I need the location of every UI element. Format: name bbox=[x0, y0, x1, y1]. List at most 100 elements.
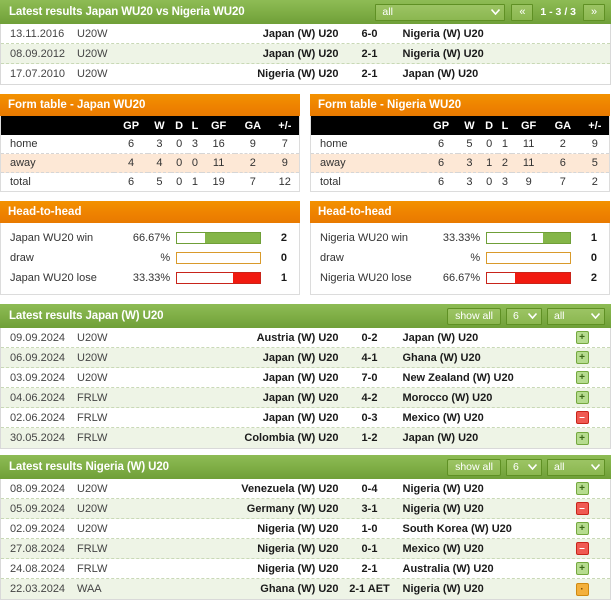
home-team-name[interactable]: Japan (W) U20 bbox=[187, 352, 339, 364]
table-row[interactable]: 05.09.2024 U20W Germany (W) U20 3-1 Nigeria … bbox=[1, 499, 610, 519]
home-team-name[interactable]: Japan (W) U20 bbox=[187, 372, 339, 384]
plus-icon[interactable]: + bbox=[575, 351, 589, 364]
table-row[interactable]: 27.08.2024 FRLW Nigeria (W) U20 0-1 Mexico (… bbox=[1, 539, 610, 559]
page-root: Latest results Japan WU20 vs Nigeria WU2… bbox=[0, 0, 611, 600]
home-team-name[interactable]: Japan (W) U20 bbox=[187, 392, 339, 404]
count-select-nigeria[interactable]: 6 bbox=[506, 458, 542, 476]
home-team-name[interactable]: Ghana (W) U20 bbox=[187, 583, 338, 595]
home-team-name[interactable]: Austria (W) U20 bbox=[187, 332, 339, 344]
plus-icon[interactable]: + bbox=[575, 482, 589, 495]
away-team-name[interactable]: Nigeria (W) U20 bbox=[401, 48, 555, 60]
match-score[interactable]: 2-1 AET bbox=[339, 583, 401, 595]
home-team-name[interactable]: Japan (W) U20 bbox=[187, 412, 339, 424]
show-all-button-japan[interactable]: show all bbox=[447, 307, 501, 325]
away-team-name[interactable]: Morocco (W) U20 bbox=[401, 392, 555, 404]
row-label: away bbox=[1, 153, 114, 173]
plus-icon[interactable]: + bbox=[575, 331, 589, 344]
away-team-name[interactable]: Nigeria (W) U20 bbox=[401, 28, 555, 40]
away-team-name[interactable]: New Zealand (W) U20 bbox=[401, 372, 555, 384]
away-team-name[interactable]: Australia (W) U20 bbox=[401, 563, 555, 575]
away-team-name[interactable]: Mexico (W) U20 bbox=[401, 543, 555, 555]
plus-icon[interactable]: + bbox=[575, 562, 589, 575]
count-select-japan[interactable]: 6 bbox=[506, 307, 542, 325]
away-team-name[interactable]: Japan (W) U20 bbox=[401, 68, 555, 80]
dot-icon[interactable]: · bbox=[575, 582, 589, 596]
table-row[interactable]: 22.03.2024 WAA Ghana (W) U20 2-1 AET Nigeria… bbox=[1, 579, 610, 599]
match-score[interactable]: 2-1 bbox=[339, 563, 401, 575]
plus-icon[interactable]: + bbox=[575, 431, 589, 445]
show-all-button-nigeria[interactable]: show all bbox=[447, 458, 501, 476]
form-table: GP W D L GF GA +/- home 6 5 0 1 11 2 9 away 6 3 1 2 11 6 5 tota… bbox=[311, 116, 609, 191]
match-score[interactable]: 4-2 bbox=[339, 392, 401, 404]
home-team-name[interactable]: Nigeria (W) U20 bbox=[187, 543, 338, 555]
match-date: 17.07.2010 bbox=[10, 68, 66, 80]
head-to-head-bar bbox=[486, 272, 572, 284]
column-header: W bbox=[148, 116, 171, 135]
match-score[interactable]: 0-3 bbox=[339, 412, 401, 424]
plus-icon[interactable]: + bbox=[575, 522, 589, 535]
chevron-down-icon bbox=[488, 7, 502, 17]
minus-icon[interactable]: – bbox=[575, 411, 589, 424]
match-score[interactable]: 1-2 bbox=[339, 432, 401, 444]
match-score[interactable]: 0-2 bbox=[339, 332, 401, 344]
table-row[interactable]: 08.09.2012 U20W Japan (W) U20 2-1 Nigeria (W… bbox=[1, 44, 610, 64]
match-competition: FRLW bbox=[77, 562, 108, 575]
home-team-name[interactable]: Nigeria (W) U20 bbox=[187, 68, 338, 80]
table-row[interactable]: 06.09.2024 U20W Japan (W) U20 4-1 Ghana (W) … bbox=[1, 348, 610, 368]
head-to-head-row: Japan WU20 win 66.67% 2 bbox=[10, 228, 291, 248]
home-team-name[interactable]: Colombia (W) U20 bbox=[187, 432, 338, 444]
table-cell: 1 bbox=[191, 176, 198, 188]
head-to-head-bar-fill bbox=[232, 273, 261, 283]
match-score[interactable]: 3-1 bbox=[339, 503, 401, 515]
match-competition: FRLW bbox=[77, 432, 108, 444]
filter-select-japan[interactable]: all bbox=[547, 307, 605, 325]
table-cell: 4 bbox=[114, 153, 149, 173]
table-row[interactable]: 03.09.2024 U20W Japan (W) U20 7-0 New Zealan… bbox=[1, 368, 610, 388]
prev-page-button[interactable]: « bbox=[511, 3, 534, 21]
table-row[interactable]: 17.07.2010 U20W Nigeria (W) U20 2-1 Japan (W… bbox=[1, 64, 610, 84]
away-team-name[interactable]: Japan (W) U20 bbox=[401, 432, 555, 444]
table-row[interactable]: 30.05.2024 FRLW Colombia (W) U20 1-2 Japan (… bbox=[1, 428, 610, 448]
match-score[interactable]: 2-1 bbox=[339, 48, 401, 60]
form-tables-row: Form table - Japan WU20 GP W D L GF GA +/- home… bbox=[0, 94, 611, 192]
table-row[interactable]: 02.06.2024 FRLW Japan (W) U20 0-3 Mexico (W)… bbox=[1, 408, 610, 428]
home-team-name[interactable]: Germany (W) U20 bbox=[187, 503, 339, 515]
table-row[interactable]: 09.09.2024 U20W Austria (W) U20 0-2 Japan (W… bbox=[1, 328, 610, 348]
table-row[interactable]: 02.09.2024 U20W Nigeria (W) U20 1-0 South Ko… bbox=[1, 519, 610, 539]
home-team-name[interactable]: Japan (W) U20 bbox=[187, 48, 339, 60]
match-score[interactable]: 0-4 bbox=[339, 483, 401, 495]
home-team-name[interactable]: Japan (W) U20 bbox=[187, 28, 339, 40]
home-team-name[interactable]: Nigeria (W) U20 bbox=[187, 563, 338, 575]
match-score[interactable]: 1-0 bbox=[339, 523, 401, 535]
away-team-name[interactable]: Nigeria (W) U20 bbox=[401, 503, 555, 515]
match-score[interactable]: 6-0 bbox=[339, 28, 401, 40]
match-competition: U20W bbox=[77, 68, 108, 80]
plus-icon[interactable]: + bbox=[575, 371, 589, 384]
away-team-name[interactable]: Nigeria (W) U20 bbox=[401, 583, 555, 595]
plus-icon[interactable]: + bbox=[575, 391, 589, 404]
table-cell: 4 bbox=[148, 153, 171, 173]
home-team-name[interactable]: Venezuela (W) U20 bbox=[187, 483, 338, 495]
match-competition: U20W bbox=[77, 351, 108, 364]
minus-icon[interactable]: – bbox=[575, 542, 589, 555]
h2h-results-filter-select[interactable]: all bbox=[375, 3, 506, 21]
away-team-name[interactable]: Mexico (W) U20 bbox=[401, 412, 555, 424]
home-team-name[interactable]: Nigeria (W) U20 bbox=[187, 523, 338, 535]
table-row[interactable]: 13.11.2016 U20W Japan (W) U20 6-0 Nigeria (W… bbox=[1, 24, 610, 44]
away-team-name[interactable]: South Korea (W) U20 bbox=[401, 523, 555, 535]
table-row[interactable]: 24.08.2024 FRLW Nigeria (W) U20 2-1 Australi… bbox=[1, 559, 610, 579]
filter-select-nigeria[interactable]: all bbox=[547, 458, 605, 476]
away-team-name[interactable]: Ghana (W) U20 bbox=[401, 352, 555, 364]
match-score[interactable]: 7-0 bbox=[339, 372, 401, 384]
away-team-name[interactable]: Nigeria (W) U20 bbox=[401, 483, 555, 495]
next-page-button[interactable]: » bbox=[583, 3, 605, 21]
minus-icon[interactable]: – bbox=[575, 502, 589, 515]
match-score[interactable]: 2-1 bbox=[339, 68, 401, 80]
table-row[interactable]: 08.09.2024 U20W Venezuela (W) U20 0-4 Nigeri… bbox=[1, 479, 610, 499]
match-score[interactable]: 0-1 bbox=[339, 543, 401, 555]
head-to-head-percent: 66.67% bbox=[132, 232, 171, 244]
match-score[interactable]: 4-1 bbox=[339, 352, 401, 364]
away-team-name[interactable]: Japan (W) U20 bbox=[401, 332, 555, 344]
table-row[interactable]: 04.06.2024 FRLW Japan (W) U20 4-2 Morocco (W… bbox=[1, 388, 610, 408]
